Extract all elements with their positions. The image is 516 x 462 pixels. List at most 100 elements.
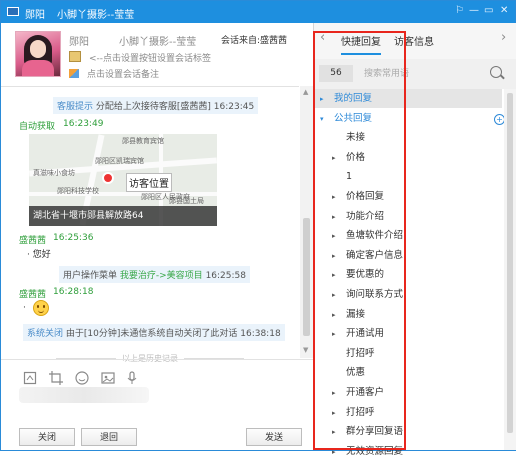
note-row[interactable]: 点击设置会话备注 [69,67,159,80]
reply-tree-item[interactable]: 优惠 [314,363,502,382]
reply-tree-item[interactable]: ▸ 功能介绍 [314,207,502,226]
reply-count: 56 [319,65,353,82]
reply-tree-label: 打招呼 [346,406,375,418]
crop-icon[interactable] [49,371,63,385]
search-icon[interactable] [490,66,502,78]
tab-quick-reply[interactable]: 快捷回复 [341,33,381,55]
close-button[interactable]: 关闭 [19,428,75,446]
close-icon[interactable]: ✕ [500,5,508,17]
scroll-down-icon[interactable]: ▼ [303,346,308,354]
reply-tree-label: 功能介绍 [346,210,385,222]
screenshot-icon[interactable] [23,371,37,385]
reply-tree-item[interactable]: ▸ 打招呼 [314,403,502,422]
reply-tree-label: 1 [346,171,353,183]
expand-right-icon[interactable]: ▸ [332,443,342,462]
map-label: 郧县教育宾馆 [122,137,164,145]
expand-right-icon[interactable]: ▸ [320,90,330,109]
session-source: 会话来自:盛茜茜 [221,36,288,46]
map-label: 郧阳科技学校 [57,187,99,195]
reply-tree-item[interactable]: ▸ 要优惠的 [314,265,502,284]
operation-menu-time: 16:25:58 [205,271,246,281]
expand-right-icon[interactable]: ▸ [332,149,342,168]
expand-right-icon[interactable]: ▸ [332,306,342,325]
reply-tree-item[interactable]: ▸ 询问联系方式 [314,285,502,304]
pin-icon[interactable]: ⚐ [455,5,464,17]
expand-down-icon[interactable]: ▾ [320,110,330,129]
expand-right-icon[interactable]: ▸ [332,208,342,227]
image-icon[interactable] [101,371,115,385]
send-button[interactable]: 发送 [246,428,302,446]
visitor-location-map[interactable]: 郧县教育宾馆 郧阳区凯瑞宾馆 真滋味小食坊 郧阳科技学校 郧阳区人民政府 郧县国… [29,134,217,226]
avatar[interactable] [15,31,61,77]
message-bullet: · [23,303,26,313]
reply-scrollbar[interactable] [504,89,516,450]
operation-menu-prefix: 用户操作菜单 [63,271,118,281]
message-text: · 您好 [27,250,51,260]
reply-tree-label: 确定客户信息 [346,249,404,261]
tab-visitor-info[interactable]: 访客信息 [394,33,434,48]
reply-tree-item[interactable]: 打招呼 [314,344,502,363]
tag-row[interactable]: <--点击设置按钮设置会话标签 [69,51,211,64]
message-time: 16:25:36 [53,233,94,243]
expand-right-icon[interactable]: ▸ [332,404,342,423]
expand-right-icon[interactable]: ▸ [332,266,342,285]
expand-right-icon[interactable]: ▸ [332,286,342,305]
expand-right-icon[interactable]: ▸ [332,325,342,344]
tab-prev-icon[interactable]: ‹ [320,30,325,45]
chat-scrollbar[interactable]: ▲ ▼ [300,86,313,358]
reply-tree-item[interactable]: ▸ 群分享回复语 [314,422,502,441]
reply-scroll-thumb[interactable] [507,93,513,433]
smile-emoji-icon [33,300,49,316]
reply-tree-item[interactable]: ▸ 漏接 [314,305,502,324]
maximize-icon[interactable]: ▭ [484,5,493,17]
visitor-nickname: 小脚丫摄影--莹莹 [119,37,197,48]
reply-tree-item[interactable]: ▸ 价格回复 [314,187,502,206]
reply-search-input[interactable] [360,65,508,82]
reply-tree-item[interactable]: 未接 [314,128,502,147]
panel-tabs: ‹ 快捷回复 访客信息 › [314,23,516,60]
tab-next-icon[interactable]: › [501,30,506,45]
minimize-icon[interactable]: — [469,5,479,17]
reply-tree-item[interactable]: ▸ 确定客户信息 [314,246,502,265]
expand-right-icon[interactable]: ▸ [332,247,342,266]
tag-icon[interactable] [69,51,81,62]
reply-tree-item[interactable]: ▸ 我的回复 [314,89,502,108]
microphone-icon[interactable] [125,371,139,385]
chat-log[interactable]: 客服提示 分配给上次接待客服[盛茜茜] 16:23:45 自动获取 16:23:… [1,86,299,363]
reply-tree-label: 询问联系方式 [346,289,404,300]
reply-tree-item[interactable]: ▸ 开通试用 [314,324,502,343]
system-close-message: 系统关闭 由于[10分钟]未通信系统自动关闭了此对话 16:38:18 [23,324,285,341]
map-label: 郧阳区凯瑞宾馆 [95,157,144,165]
message-sender: 盛茜茜 [19,290,47,300]
message-sender: 自动获取 [19,122,56,132]
reply-tree-item[interactable]: ▸ 鱼塘软件介绍 [314,226,502,245]
reply-tree-item[interactable]: ▸ 开通客户 [314,383,502,402]
chat-window: 郧阳 小脚丫摄影--莹莹 ⚐ — ▭ ✕ 郧阳 小脚丫摄影--莹莹 会话来自:盛… [0,0,516,457]
title-bar[interactable]: 郧阳 小脚丫摄影--莹莹 ⚐ — ▭ ✕ [1,1,515,23]
reply-tree-label: 漏接 [346,308,366,320]
expand-right-icon[interactable]: ▸ [332,188,342,207]
expand-right-icon[interactable]: ▸ [332,227,342,246]
reply-tree-label: 我的回复 [334,93,373,104]
edit-note-icon[interactable] [69,69,79,78]
return-button[interactable]: 退回 [81,428,137,446]
system-message-text: 分配给上次接待客服[盛茜茜] [95,102,211,112]
system-message-prefix: 客服提示 [57,102,94,112]
scroll-thumb[interactable] [303,218,310,336]
reply-tree-label: 打招呼 [346,347,375,359]
reply-tree-item[interactable]: 1 [314,167,502,186]
map-callout: 访客位置 [126,173,172,192]
reply-tree-item[interactable]: ▾ 公共回复 [314,109,502,128]
emoji-icon[interactable] [75,371,89,385]
scroll-up-icon[interactable]: ▲ [303,88,308,96]
map-label: 真滋味小食坊 [33,169,75,177]
expand-right-icon[interactable]: ▸ [332,423,342,442]
reply-search-bar: 56 [314,59,516,89]
visitor-profile: 郧阳 小脚丫摄影--莹莹 会话来自:盛茜茜 <--点击设置按钮设置会话标签 点击… [1,23,313,86]
system-close-time: 16:38:18 [240,329,281,339]
system-close-text: 由于[10分钟]未通信系统自动关闭了此对话 [65,329,238,339]
reply-tree-item[interactable]: ▸ 无效资源回复 [314,442,502,461]
operation-menu-link[interactable]: 我要治疗->美容项目 [120,271,203,281]
reply-tree-item[interactable]: ▸ 价格 [314,148,502,167]
expand-right-icon[interactable]: ▸ [332,384,342,403]
